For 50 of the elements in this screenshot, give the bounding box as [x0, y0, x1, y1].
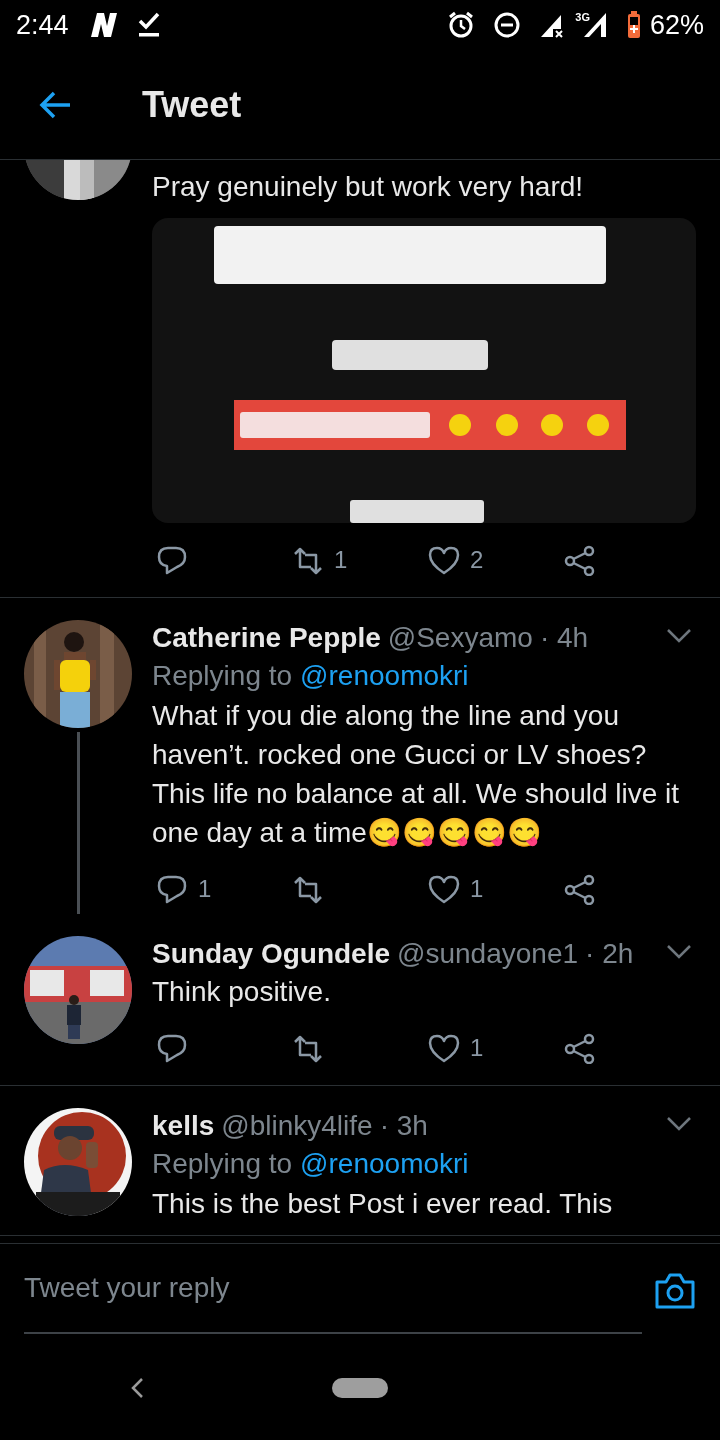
user-handle: @sundayone1	[397, 937, 579, 971]
back-arrow-icon	[38, 89, 72, 120]
heart-icon	[428, 873, 460, 905]
like-count: 1	[470, 1034, 484, 1062]
battery-percentage: 62%	[649, 9, 704, 41]
user-handle: @Sexyamo	[387, 621, 533, 655]
chevron-down-icon[interactable]	[666, 1116, 692, 1132]
reply-icon	[156, 1032, 188, 1064]
do-not-disturb-icon	[493, 11, 522, 39]
tweet-text: What if you die along the line and you haven’t. rocked one Gucci or LV shoes? This life no balance at all. We should live it one day at a time😋😋😋😋😋	[152, 699, 681, 850]
reply-count: 1	[198, 875, 212, 903]
reply-field[interactable]: Tweet your reply	[24, 1244, 642, 1334]
alarm-icon	[447, 11, 476, 39]
tweet-text: Pray genuinely but work very hard!	[152, 170, 585, 204]
nav-back-button[interactable]	[130, 1376, 144, 1399]
replying-label: Replying to	[152, 659, 293, 693]
share-icon	[564, 873, 596, 905]
mention-link[interactable]: @renoomokri	[300, 1144, 469, 1184]
header-title: Tweet	[142, 83, 242, 126]
tweet-time: · 3h	[379, 1109, 428, 1143]
battery-icon	[625, 10, 642, 40]
tweet-text: This is the best Post i ever read. This	[152, 1187, 614, 1221]
reply-icon	[156, 873, 188, 905]
tweet-time: · 2h	[585, 937, 634, 971]
chevron-down-icon[interactable]	[666, 628, 692, 644]
heart-icon	[428, 544, 460, 576]
like-count: 1	[470, 875, 484, 903]
display-name: Sunday Ogundele	[152, 937, 391, 971]
tweet-time: · 4h	[539, 621, 589, 655]
mention-link[interactable]: @renoomokri	[300, 656, 469, 696]
user-handle: @blinky4life	[221, 1109, 373, 1143]
share-icon	[564, 1032, 596, 1064]
replying-label: Replying to	[152, 1147, 293, 1181]
like-count: 2	[470, 546, 484, 574]
clock-time: 2:44	[16, 9, 69, 41]
reply-icon	[156, 544, 188, 576]
tweet-text: Think positive.	[152, 975, 332, 1009]
heart-icon	[428, 1032, 460, 1064]
camera-icon	[654, 1272, 696, 1310]
share-icon	[564, 544, 596, 576]
camera-button[interactable]	[654, 1272, 696, 1310]
display-name: Catherine Pepple	[152, 621, 381, 655]
retweet-count: 1	[334, 546, 348, 574]
download-done-icon	[136, 12, 161, 38]
back-button[interactable]	[38, 89, 72, 120]
chevron-down-icon[interactable]	[666, 944, 692, 960]
network-type-label: 3G	[575, 11, 590, 23]
display-name: kells	[152, 1109, 215, 1143]
home-handle[interactable]	[332, 1377, 388, 1398]
chevron-left-icon	[130, 1376, 144, 1399]
